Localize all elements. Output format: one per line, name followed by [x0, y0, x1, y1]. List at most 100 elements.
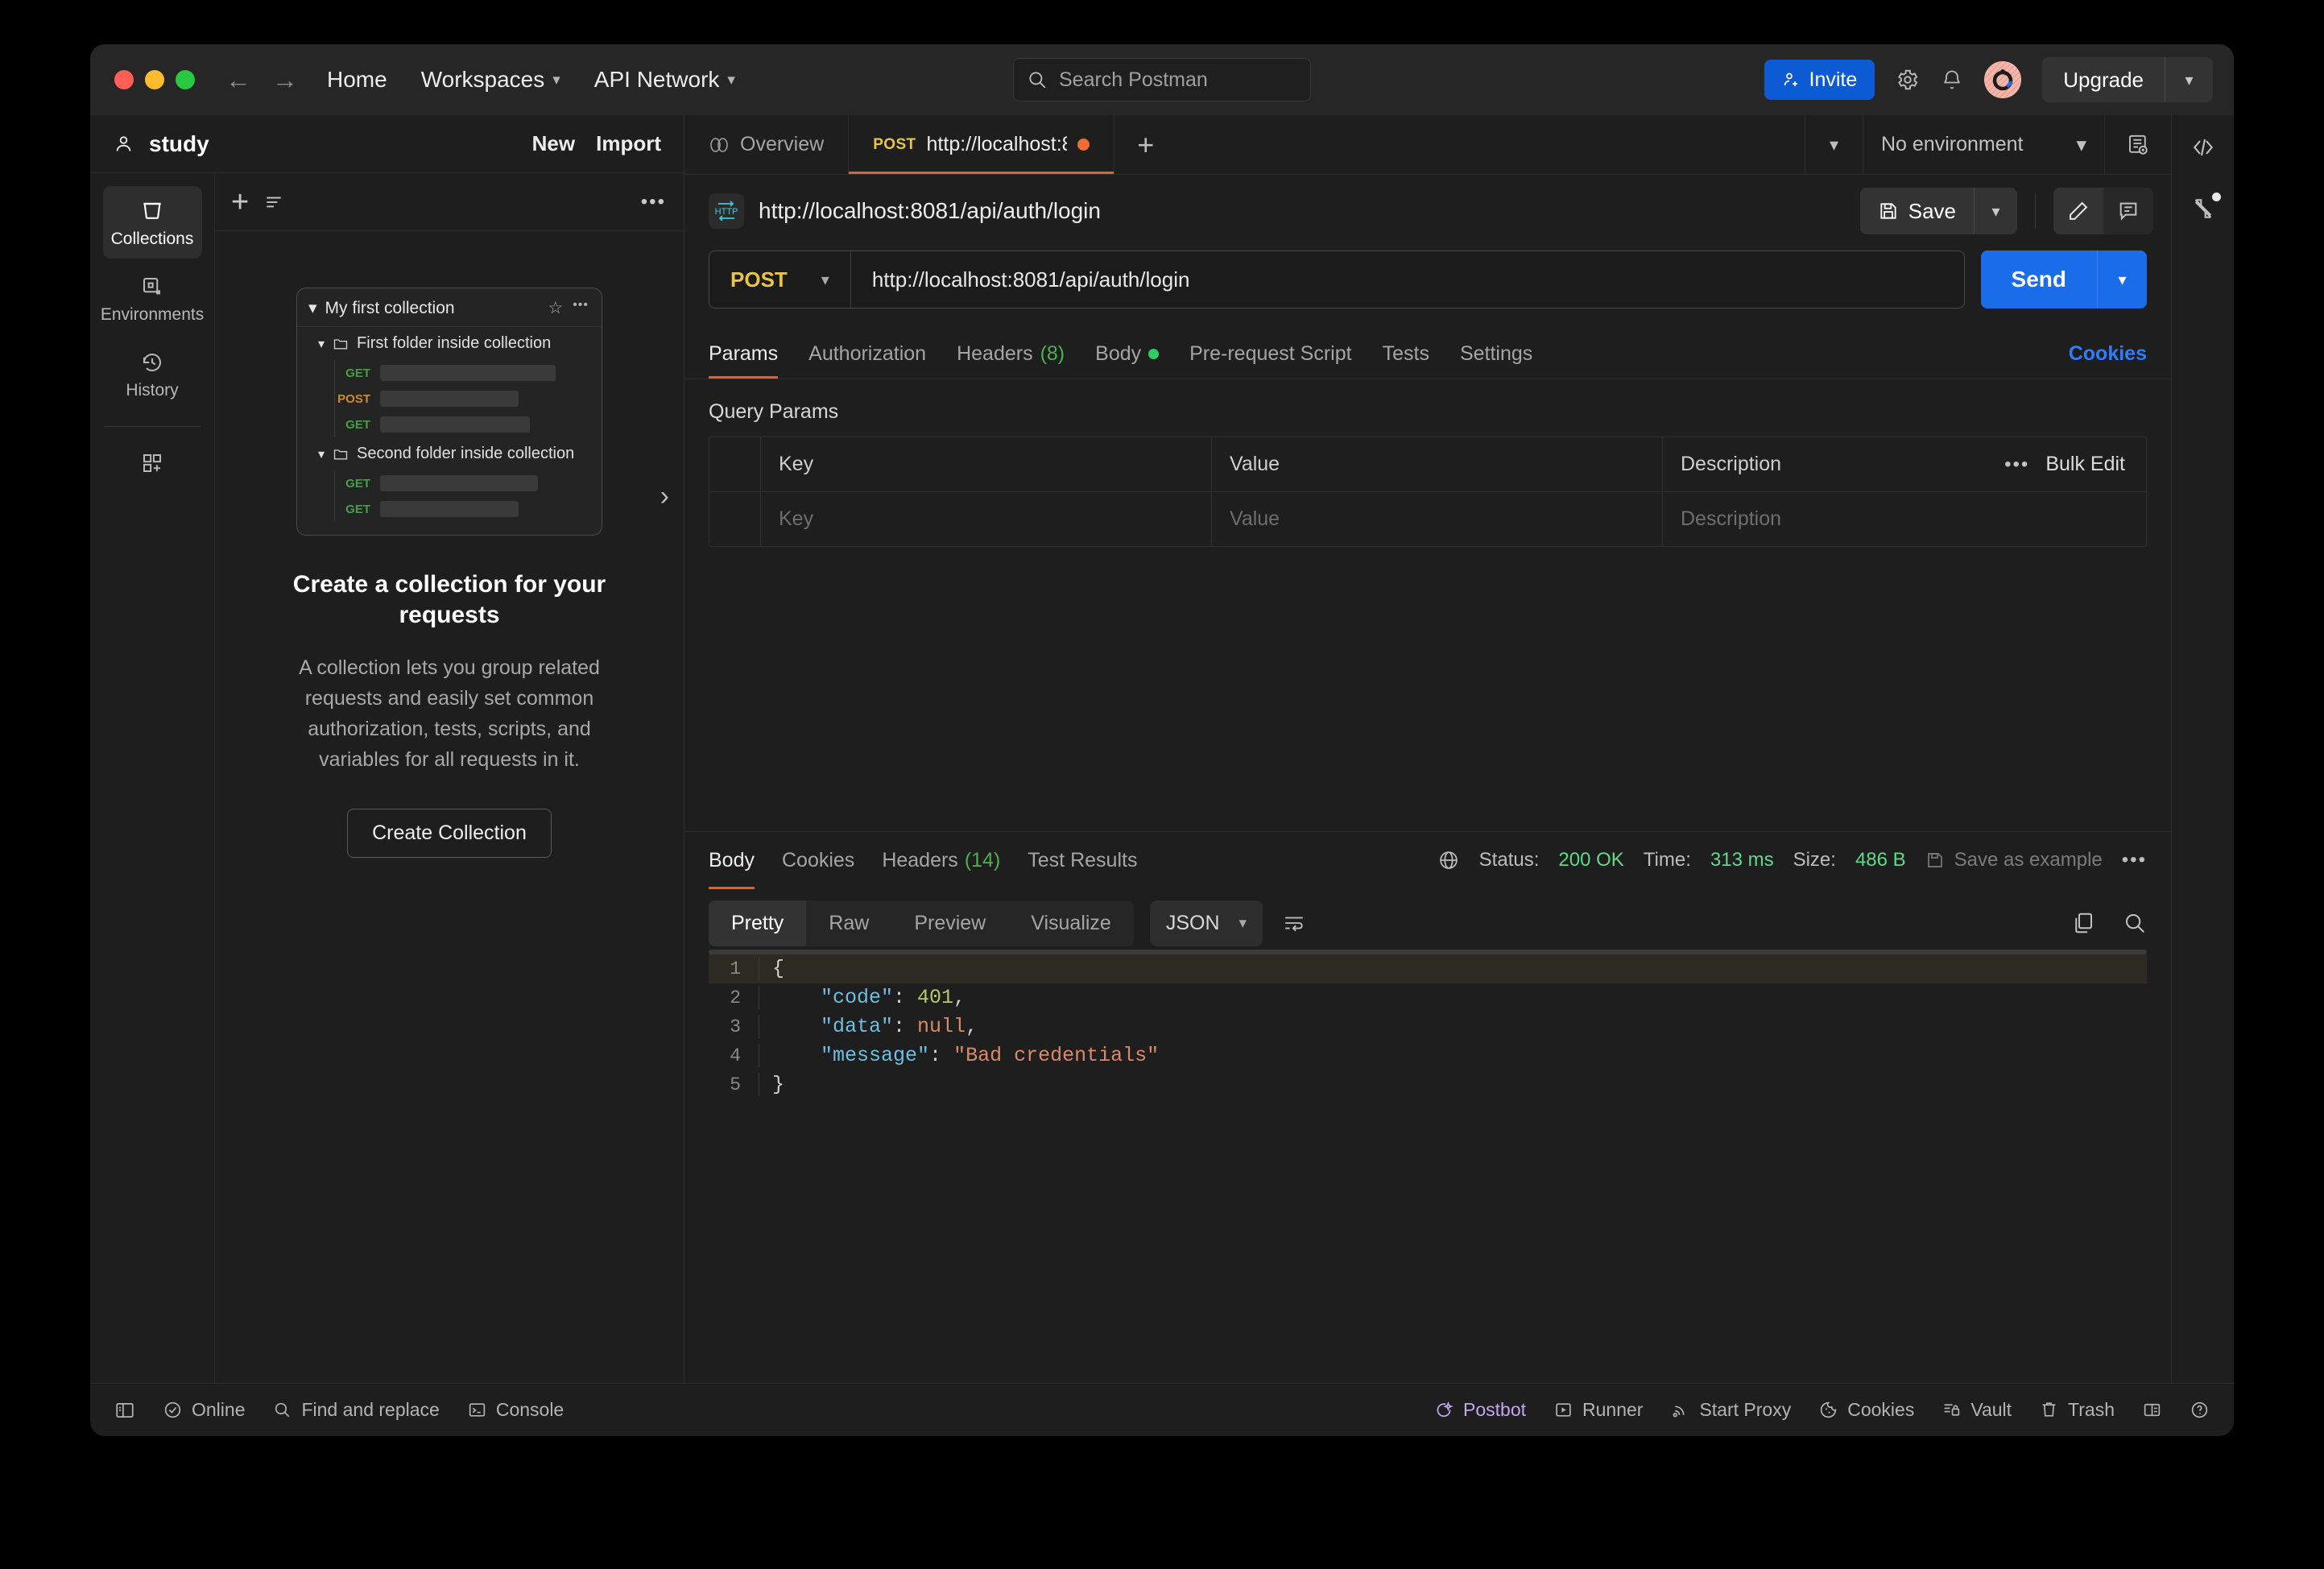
save-as-example-button[interactable]: Save as example [1925, 849, 2103, 871]
save-label: Save [1908, 199, 1956, 224]
more-horizontal-icon[interactable]: ••• [2004, 453, 2029, 476]
save-options-button[interactable]: ▾ [1974, 188, 2017, 234]
collections-search-input[interactable] [299, 184, 626, 221]
new-button[interactable]: New [532, 131, 575, 156]
request-tab-tests[interactable]: Tests [1383, 329, 1429, 379]
pencil-icon[interactable] [2053, 188, 2103, 234]
status-value: 200 OK [1558, 849, 1623, 871]
sidebar-item-environments[interactable]: Environments [103, 263, 202, 334]
vault-icon [1941, 1400, 1962, 1420]
sidebar-item-collections-label: Collections [111, 230, 194, 249]
sidebar-item-collections[interactable]: Collections [103, 186, 202, 259]
environment-selector[interactable]: No environment ▾ [1863, 115, 2104, 174]
sidebar-toggle-icon[interactable] [114, 1400, 135, 1421]
view-mode-pretty[interactable]: Pretty [709, 900, 806, 946]
cookies-button[interactable]: Cookies [1818, 1399, 1914, 1421]
related-requests-icon[interactable] [2190, 196, 2216, 221]
environment-quick-look-icon[interactable] [2104, 115, 2171, 174]
more-horizontal-icon[interactable]: ••• [641, 191, 666, 213]
code-snippet-icon[interactable] [2190, 135, 2216, 160]
console-button[interactable]: Console [467, 1399, 564, 1421]
nav-home[interactable]: Home [324, 62, 391, 97]
tab-overview[interactable]: Overview [684, 115, 849, 174]
sidebar-rail: Collections Environments [90, 173, 215, 1383]
response-format-selector[interactable]: JSON ▾ [1150, 900, 1263, 946]
avatar[interactable] [1984, 61, 2021, 98]
postbot-button[interactable]: Postbot [1433, 1399, 1526, 1421]
view-mode-visualize[interactable]: Visualize [1008, 900, 1134, 946]
send-options-button[interactable]: ▾ [2097, 250, 2147, 308]
arrow-right-icon[interactable]: → [272, 67, 298, 93]
vault-button[interactable]: Vault [1941, 1399, 2012, 1421]
search-icon[interactable] [2123, 911, 2147, 935]
tab-title: http://localhost:8081/a [927, 133, 1068, 156]
close-window-button[interactable] [114, 70, 134, 89]
response-tab-test-results[interactable]: Test Results [1028, 832, 1137, 889]
bell-icon[interactable] [1941, 68, 1963, 91]
right-rail [2171, 115, 2234, 1383]
more-horizontal-icon[interactable]: ••• [2122, 849, 2147, 871]
gear-icon[interactable] [1896, 68, 1920, 92]
request-tab-body[interactable]: Body [1095, 329, 1159, 379]
json-key: "data" [821, 1015, 893, 1038]
select-all-checkbox-cell[interactable] [709, 437, 761, 491]
trash-button[interactable]: Trash [2039, 1399, 2115, 1421]
save-as-example-label: Save as example [1954, 849, 2103, 871]
response-body-code[interactable]: 1 { 2 "code": 401, 3 "data": null, 4 "me… [709, 954, 2147, 1099]
value-input[interactable]: Value [1212, 492, 1663, 546]
nav-home-label: Home [327, 67, 387, 93]
key-input[interactable]: Key [761, 492, 1212, 546]
maximize-window-button[interactable] [176, 70, 195, 89]
sidebar-item-add-apps[interactable] [103, 440, 202, 485]
bulk-edit-button[interactable]: Bulk Edit [2045, 453, 2125, 476]
find-and-replace-button[interactable]: Find and replace [272, 1399, 439, 1421]
arrow-left-icon[interactable]: ← [225, 67, 251, 93]
online-status[interactable]: Online [163, 1399, 245, 1421]
nav-api-network[interactable]: API Network ▾ [591, 62, 738, 97]
import-button[interactable]: Import [596, 131, 661, 156]
invite-button[interactable]: Invite [1764, 60, 1875, 100]
illustration-request-row: GET [335, 470, 602, 496]
copy-icon[interactable] [2071, 911, 2095, 935]
method-selector[interactable]: POST ▾ [709, 251, 851, 308]
chevron-right-icon[interactable]: › [660, 481, 669, 512]
response-tab-cookies[interactable]: Cookies [782, 832, 854, 889]
terminal-icon [467, 1400, 487, 1420]
nav-workspaces[interactable]: Workspaces ▾ [418, 62, 564, 97]
start-proxy-button[interactable]: Start Proxy [1670, 1399, 1791, 1421]
request-tab-headers[interactable]: Headers (8) [957, 329, 1065, 379]
plus-icon[interactable]: + [231, 187, 249, 217]
row-checkbox-cell[interactable] [709, 492, 761, 546]
add-tab-button[interactable]: + [1114, 115, 1176, 174]
request-cookies-link[interactable]: Cookies [2069, 342, 2147, 366]
console-label: Console [496, 1399, 564, 1421]
response-tab-body[interactable]: Body [709, 832, 755, 889]
layout-icon[interactable] [2142, 1400, 2162, 1420]
search-input[interactable]: Search Postman [1013, 58, 1311, 101]
request-tab-params[interactable]: Params [709, 329, 778, 379]
save-icon [1925, 851, 1945, 870]
wrap-lines-icon[interactable] [1282, 913, 1306, 934]
url-input[interactable]: http://localhost:8081/api/auth/login [851, 267, 1190, 292]
tab-request-login[interactable]: POST http://localhost:8081/a [849, 115, 1114, 174]
comment-icon[interactable] [2103, 188, 2153, 234]
code-scrollbar[interactable] [709, 950, 2147, 954]
request-tab-settings[interactable]: Settings [1460, 329, 1532, 379]
filter-icon[interactable] [263, 192, 284, 213]
request-tab-pre-request-script[interactable]: Pre-request Script [1189, 329, 1351, 379]
minimize-window-button[interactable] [145, 70, 164, 89]
create-collection-button[interactable]: Create Collection [347, 809, 552, 858]
help-circle-icon[interactable] [2190, 1400, 2210, 1420]
view-mode-preview[interactable]: Preview [891, 900, 1008, 946]
tabs-dropdown-button[interactable]: ▾ [1805, 115, 1863, 174]
runner-button[interactable]: Runner [1553, 1399, 1643, 1421]
sidebar-item-history[interactable]: History [103, 339, 202, 410]
description-input[interactable]: Description [1663, 492, 2146, 546]
response-tab-headers[interactable]: Headers (14) [882, 832, 1000, 889]
request-tab-authorization[interactable]: Authorization [808, 329, 926, 379]
upgrade-caret-button[interactable]: ▾ [2165, 57, 2213, 102]
send-button[interactable]: Send [1981, 250, 2097, 308]
upgrade-button[interactable]: Upgrade [2042, 57, 2165, 102]
view-mode-raw[interactable]: Raw [806, 900, 891, 946]
save-button[interactable]: Save [1860, 188, 1974, 234]
